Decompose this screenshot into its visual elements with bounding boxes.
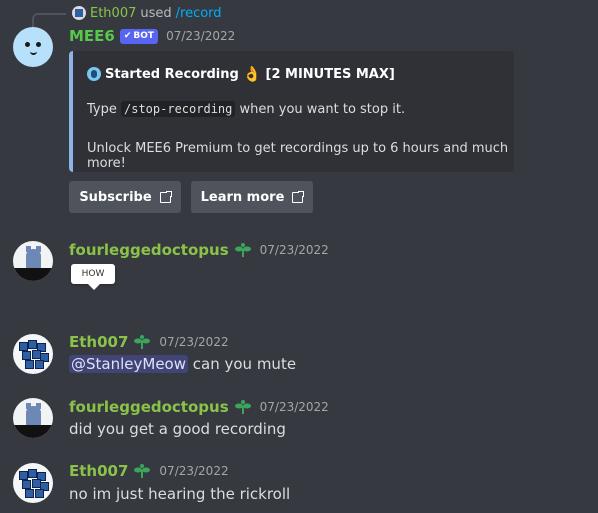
user-mention[interactable]: @StanleyMeow	[69, 355, 188, 373]
bot-tag: ✔ BOT	[119, 28, 159, 44]
avatar-fourleggedoctopus[interactable]	[13, 241, 53, 281]
timestamp[interactable]: 07/23/2022	[260, 243, 329, 257]
embed-title: Started Recording 👌 [2 MINUTES MAX]	[87, 65, 395, 83]
sticker-text: HOW	[81, 269, 105, 279]
embed-description: Type /stop-recording when you want to st…	[87, 101, 406, 117]
bot-tag-label: BOT	[133, 31, 155, 41]
sprout-icon	[133, 334, 151, 350]
avatar-mee6[interactable]	[13, 27, 53, 67]
learn-more-button-label: Learn more	[200, 189, 285, 205]
mee6-header: MEE6 ✔ BOT 07/23/2022	[69, 26, 235, 46]
reply-reference[interactable]: Eth007 used /record	[72, 4, 222, 22]
embed-title-text: Started Recording	[105, 66, 239, 82]
message-header: fourleggedoctopus 07/23/2022	[69, 240, 329, 260]
reply-avatar	[72, 6, 86, 20]
message-header: Eth007 07/23/2022	[69, 332, 229, 352]
sprout-icon	[234, 399, 252, 415]
message-header: Eth007 07/23/2022	[69, 461, 229, 481]
message-content: @StanleyMeow can you mute	[69, 355, 296, 373]
sprout-icon	[133, 463, 151, 479]
subscribe-button-label: Subscribe	[79, 189, 152, 205]
embed: Started Recording 👌 [2 MINUTES MAX] Type…	[69, 51, 514, 172]
sprout-icon	[234, 242, 252, 258]
username[interactable]: Eth007	[69, 333, 128, 351]
message-text: did you get a good recording	[69, 420, 286, 438]
avatar-eth007[interactable]	[13, 463, 53, 503]
inline-code: /stop-recording	[121, 101, 236, 117]
learn-more-button[interactable]: Learn more	[191, 181, 313, 213]
sticker[interactable]: HOW	[71, 264, 115, 290]
reply-spine	[32, 13, 66, 27]
username[interactable]: fourleggedoctopus	[69, 398, 229, 416]
embed-description-2: Unlock MEE6 Premium to get recordings up…	[87, 141, 509, 171]
verified-check-icon: ✔	[123, 31, 132, 41]
username-mee6[interactable]: MEE6	[69, 27, 115, 45]
message-text: no im just hearing the rickroll	[69, 485, 291, 503]
external-link-icon	[292, 189, 306, 203]
embed-desc-prefix: Type	[87, 102, 117, 117]
avatar-eth007[interactable]	[13, 334, 53, 374]
username[interactable]: fourleggedoctopus	[69, 241, 229, 259]
ok-hand-icon: 👌	[242, 65, 262, 83]
timestamp[interactable]: 07/23/2022	[260, 400, 329, 414]
subscribe-button[interactable]: Subscribe	[69, 181, 181, 213]
avatar-fourleggedoctopus[interactable]	[13, 398, 53, 438]
username[interactable]: Eth007	[69, 462, 128, 480]
timestamp[interactable]: 07/23/2022	[159, 335, 228, 349]
reply-username[interactable]: Eth007	[90, 6, 136, 21]
message-header: fourleggedoctopus 07/23/2022	[69, 397, 329, 417]
reply-used-text: used	[140, 5, 172, 21]
microphone-icon	[87, 67, 101, 81]
timestamp[interactable]: 07/23/2022	[159, 464, 228, 478]
embed-desc-suffix: when you want to stop it.	[239, 102, 406, 117]
external-link-icon	[159, 189, 173, 203]
timestamp[interactable]: 07/23/2022	[166, 29, 235, 43]
reply-command[interactable]: /record	[176, 6, 222, 21]
message-text: can you mute	[192, 355, 297, 373]
embed-title-suffix: [2 MINUTES MAX]	[265, 66, 395, 82]
